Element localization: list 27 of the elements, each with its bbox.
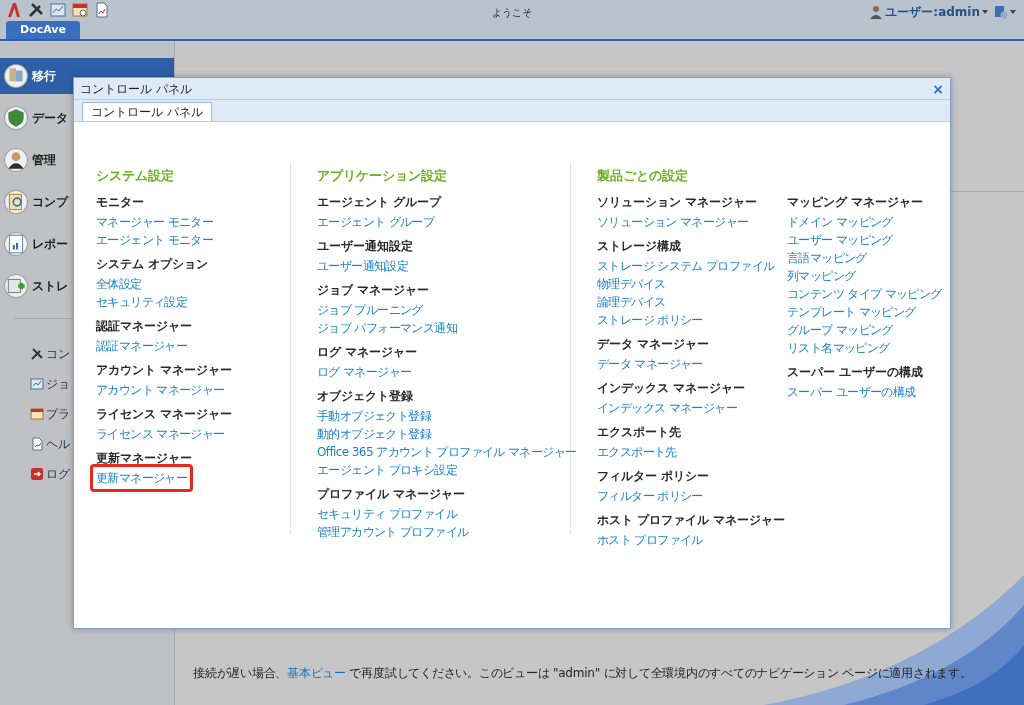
group-header: ライセンス マネージャー: [96, 406, 233, 423]
group-header: オブジェクト登録: [317, 388, 413, 405]
group-header: ユーザー通知設定: [317, 238, 413, 255]
group-header: データ マネージャー: [597, 336, 710, 353]
window-title: ようこそ: [492, 6, 532, 20]
group-header: ジョブ マネージャー: [317, 282, 430, 299]
user-name: ユーザー:admin: [885, 4, 980, 21]
group-header: ソリューション マネージャー: [597, 194, 758, 211]
section-title: アプリケーション設定: [317, 167, 448, 185]
group-header: 更新マネージャー: [96, 450, 192, 467]
group-header: システム オプション: [96, 256, 209, 273]
group-header: フィルター ポリシー: [597, 468, 710, 485]
group-header: エージェント グループ: [317, 194, 442, 211]
hint-text: 接続が遅い場合、基本ビュー で再度試してください。このビューは "admin" に対して全環境内のすべてのナビゲーション ページに適用されます。: [193, 665, 972, 682]
section-title: 製品ごとの設定: [597, 167, 689, 185]
group-header: プロファイル マネージャー: [317, 486, 466, 503]
group-header: 認証マネージャー: [96, 318, 192, 335]
group-header: ホスト プロファイル マネージャー: [597, 512, 786, 529]
group-header: ログ マネージャー: [317, 344, 418, 361]
group-header: エクスポート先: [597, 424, 681, 441]
section-title: システム設定: [96, 167, 175, 185]
group-header: ストレージ構成: [597, 238, 681, 255]
group-header: アカウント マネージャー: [96, 362, 233, 379]
group-header: マッピング マネージャー: [787, 194, 924, 211]
group-header: インデックス マネージャー: [597, 380, 746, 397]
group-header: モニター: [96, 194, 144, 211]
group-header: スーパー ユーザーの構成: [787, 364, 924, 381]
